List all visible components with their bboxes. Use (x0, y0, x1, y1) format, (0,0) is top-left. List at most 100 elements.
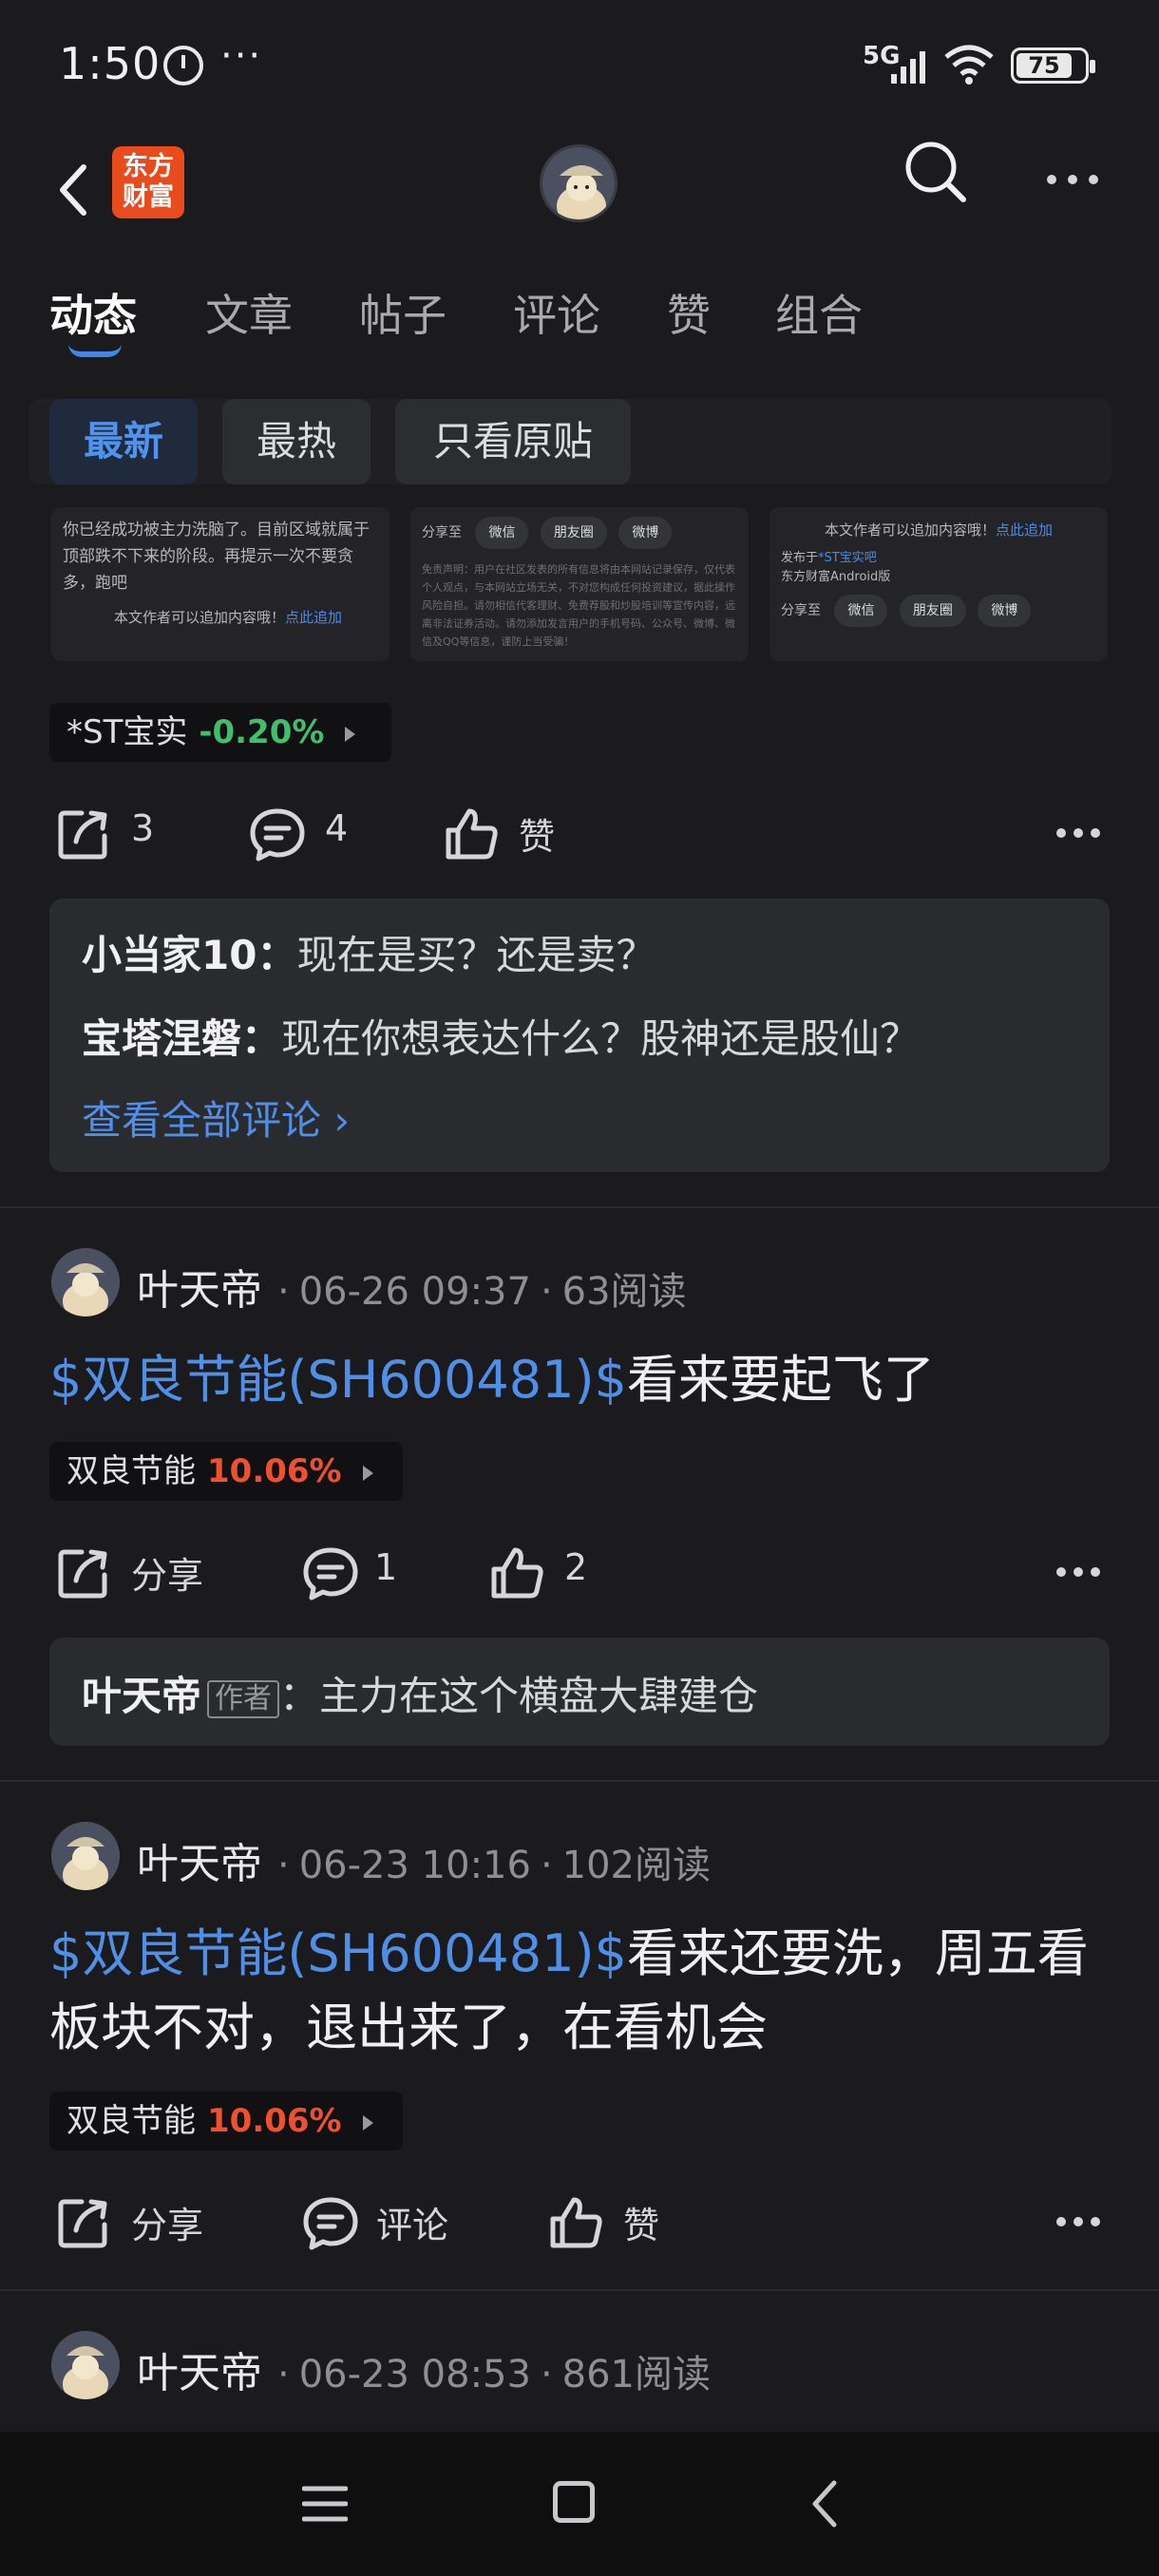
post-content[interactable]: $双良节能(SH600481)$看来要起飞了 (49, 1343, 1113, 1417)
share-button[interactable]: 分享 (55, 2194, 217, 2251)
post-meta: 叶天帝 · 06-23 08:53 · 861阅读 (137, 2349, 712, 2397)
back-arrow-icon[interactable] (49, 152, 106, 228)
more-horizontal-icon[interactable] (1047, 171, 1113, 199)
play-arrow-icon (345, 726, 356, 742)
post-more-icon[interactable] (1056, 2213, 1113, 2232)
avatar-dog-icon (51, 1822, 120, 1890)
post-date: 06-23 08:53 (298, 2353, 531, 2396)
app-logo: 东方财富 (112, 146, 184, 218)
home-icon[interactable] (553, 2481, 595, 2523)
comment-icon (303, 2197, 358, 2250)
tab-indicator (68, 344, 122, 357)
thumb-wechat: 微信 (475, 517, 529, 549)
stock-link[interactable]: $双良节能(SH600481)$ (49, 1923, 627, 1983)
divider (0, 1780, 1159, 1782)
back-icon[interactable] (806, 2477, 844, 2530)
comment-icon (303, 1547, 358, 1601)
stock-tag[interactable]: 双良节能 10.06% (49, 1442, 403, 1501)
thumbs-up-icon (491, 1547, 543, 1599)
thumb-footer: 本文作者可以追加内容哦！点此追加 (114, 609, 343, 626)
tab-likes[interactable]: 赞 (667, 281, 711, 344)
thumb-weibo: 微博 (618, 517, 673, 549)
tab-articles[interactable]: 文章 (205, 281, 293, 344)
search-icon[interactable] (902, 139, 969, 205)
stock-tag[interactable]: *ST宝实 -0.20% (49, 703, 391, 762)
play-arrow-icon (362, 2114, 373, 2131)
thumb-footer: 本文作者可以追加内容哦！点此追加 (824, 521, 1054, 539)
status-more-icon: ··· (220, 34, 263, 78)
stock-name: *ST宝实 (66, 713, 188, 751)
post-image-2[interactable]: 分享至 微信 朋友圈 微博 免责声明：用户在社区发表的所有信息将由本网站记录保存… (410, 507, 749, 661)
avatar-dog-icon (51, 1248, 120, 1316)
view-all-comments-link[interactable]: 查看全部评论 › (82, 1089, 350, 1146)
post-content[interactable]: $双良节能(SH600481)$看来还要洗，周五看 板块不对，退出来了，在看机会 (49, 1917, 1113, 2065)
stock-link[interactable]: $双良节能(SH600481)$ (49, 1350, 627, 1410)
filter-original[interactable]: 只看原贴 (395, 399, 631, 484)
post-image-3[interactable]: 本文作者可以追加内容哦！点此追加 发布于*ST宝实吧 东方财富Android版 … (770, 507, 1108, 661)
share-icon (58, 810, 107, 860)
wifi-icon (944, 45, 994, 85)
post-image-1[interactable]: 你已经成功被主力洗脑了。目前区域就属于顶部跌不下来的阶段。再提示一次不要贪多，跑… (51, 507, 390, 661)
avatar[interactable] (51, 1248, 120, 1316)
avatar[interactable] (51, 2331, 120, 2399)
tab-portfolio[interactable]: 组合 (775, 281, 863, 344)
post-meta: 叶天帝 · 06-26 09:37 · 63阅读 (137, 1266, 687, 1315)
thumb-weibo: 微博 (978, 595, 1032, 627)
post-more-icon[interactable] (1056, 824, 1113, 843)
username[interactable]: 叶天帝 (137, 1840, 262, 1888)
like-button[interactable]: 赞 (443, 805, 576, 862)
like-button[interactable]: 2 (488, 1544, 602, 1601)
comment-item: 宝塔涅磐：现在你想表达什么？股神还是股仙？ (82, 1015, 921, 1062)
like-button[interactable]: 赞 (547, 2194, 680, 2251)
username[interactable]: 叶天帝 (137, 1266, 262, 1315)
thumbs-up-icon (550, 2197, 602, 2248)
read-count: 861阅读 (561, 2353, 712, 2396)
comment-icon (250, 808, 305, 862)
comment-button[interactable]: 评论 (302, 2194, 464, 2251)
post-more-icon[interactable] (1056, 1563, 1113, 1582)
play-arrow-icon (362, 1465, 373, 1481)
battery-icon: 75 (1011, 47, 1095, 84)
stock-name: 双良节能 (66, 2102, 196, 2140)
author-badge: 作者 (207, 1679, 280, 1718)
tab-comments[interactable]: 评论 (513, 281, 600, 344)
comment-preview[interactable]: 小当家10：现在是买？还是卖？ 宝塔涅磐：现在你想表达什么？股神还是股仙？ 查看… (49, 899, 1110, 1172)
profile-avatar[interactable] (540, 144, 618, 222)
comment-button[interactable]: 1 (302, 1544, 416, 1601)
username[interactable]: 叶天帝 (137, 2349, 262, 2397)
comment-item: 小当家10：现在是买？还是卖？ (82, 932, 656, 978)
thumb-moments: 朋友圈 (899, 595, 966, 627)
share-row: 分享至 微信 朋友圈 微博 (422, 517, 737, 549)
thumb-source: 发布于*ST宝实吧 东方财富Android版 (781, 551, 891, 584)
post-meta: 叶天帝 · 06-23 10:16 · 102阅读 (137, 1840, 712, 1888)
stock-tag[interactable]: 双良节能 10.06% (49, 2092, 403, 2150)
battery-level: 75 (1016, 53, 1072, 78)
comment-preview[interactable]: 叶天帝 作者 ：主力在这个横盘大肆建仓 (49, 1638, 1110, 1746)
avatar-dog-icon (542, 147, 615, 219)
thumb-moments: 朋友圈 (540, 517, 607, 549)
stock-change: 10.06% (207, 2102, 342, 2140)
recent-apps-icon[interactable] (302, 2485, 348, 2523)
share-button[interactable]: 分享 (55, 1544, 217, 1601)
filter-hot[interactable]: 最热 (222, 399, 370, 484)
clock-icon (163, 46, 203, 85)
post-date: 06-26 09:37 (298, 1270, 531, 1314)
comment-button[interactable]: 4 (249, 805, 363, 862)
top-nav: 东方财富 (0, 133, 1159, 256)
stock-change: 10.06% (207, 1452, 342, 1490)
avatar[interactable] (51, 1822, 120, 1890)
thumb-wechat: 微信 (834, 595, 888, 627)
tab-posts[interactable]: 帖子 (359, 281, 446, 344)
tab-dynamic[interactable]: 动态 (49, 281, 137, 344)
thumb-disclaimer: 免责声明：用户在社区发表的所有信息将由本网站记录保存，仅代表个人观点，与本网站立… (422, 563, 735, 648)
share-row: 分享至 微信 朋友圈 微博 (781, 595, 1096, 627)
share-icon (58, 1549, 107, 1599)
read-count: 102阅读 (561, 1844, 712, 1887)
filter-latest[interactable]: 最新 (49, 399, 198, 484)
divider (0, 1206, 1159, 1208)
status-time: 1:50 (59, 38, 162, 89)
share-button[interactable]: 3 (55, 805, 169, 862)
thumbs-up-icon (446, 808, 498, 860)
read-count: 63阅读 (561, 1270, 687, 1314)
thumb-text: 你已经成功被主力洗脑了。目前区域就属于顶部跌不下来的阶段。再提示一次不要贪多，跑… (63, 521, 370, 593)
